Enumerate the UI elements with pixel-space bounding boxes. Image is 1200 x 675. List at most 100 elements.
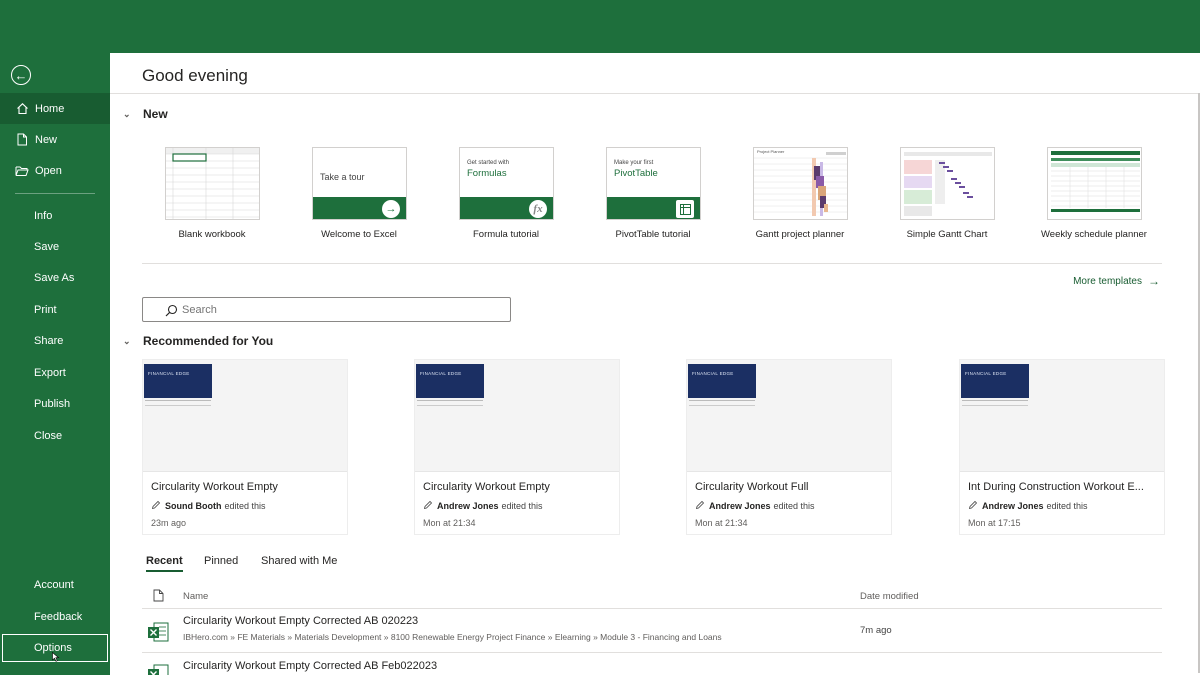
thumbnail-small-text: Make your first bbox=[614, 160, 654, 166]
mouse-cursor-icon bbox=[52, 649, 60, 662]
new-document-icon bbox=[15, 133, 29, 147]
card-timestamp: Mon at 21:34 bbox=[423, 518, 476, 528]
card-editor: Andrew Jones edited this bbox=[968, 500, 1088, 512]
preview-banner: FINANCIAL EDGE bbox=[416, 364, 484, 398]
edited-suffix: edited this bbox=[773, 501, 815, 511]
template-label: Formula tutorial bbox=[473, 229, 539, 240]
column-header-name[interactable]: Name bbox=[183, 591, 208, 602]
sidebar-item-save-as[interactable]: Save As bbox=[0, 262, 110, 293]
brand-logo-text: FINANCIAL EDGE bbox=[420, 371, 462, 376]
sidebar-item-export[interactable]: Export bbox=[0, 357, 110, 388]
sidebar-item-open[interactable]: Open bbox=[0, 155, 110, 186]
file-row[interactable]: Circularity Workout Empty Corrected AB 0… bbox=[142, 612, 1162, 654]
editor-name: Sound Booth bbox=[165, 501, 222, 511]
file-path: IBHero.com » FE Materials » Materials De… bbox=[183, 632, 722, 642]
sidebar-item-label: New bbox=[35, 133, 58, 146]
gantt-preview bbox=[754, 152, 847, 216]
sidebar-item-publish[interactable]: Publish bbox=[0, 388, 110, 419]
excel-file-icon bbox=[148, 664, 170, 675]
gantt-preview bbox=[904, 152, 992, 216]
tab-shared-with-me[interactable]: Shared with Me bbox=[261, 555, 337, 567]
list-header-divider bbox=[142, 608, 1162, 609]
back-arrow-icon[interactable]: ← bbox=[11, 65, 31, 85]
section-heading: Recommended for You bbox=[143, 334, 274, 348]
recommended-card[interactable]: FINANCIAL EDGE Circularity Workout Full … bbox=[686, 359, 892, 535]
preview-lines bbox=[962, 400, 1028, 406]
pencil-icon bbox=[423, 500, 433, 512]
schedule-preview bbox=[1051, 151, 1140, 212]
sidebar-item-save[interactable]: Save bbox=[0, 231, 110, 262]
sidebar-item-label: Home bbox=[35, 102, 65, 115]
template-label: Gantt project planner bbox=[755, 229, 845, 240]
excel-file-icon bbox=[148, 622, 170, 642]
sidebar-item-feedback[interactable]: Feedback bbox=[0, 601, 110, 632]
more-templates-label: More templates bbox=[1073, 275, 1142, 287]
function-icon: fx bbox=[529, 200, 547, 218]
card-editor: Andrew Jones edited this bbox=[423, 500, 543, 512]
sidebar-item-info[interactable]: Info bbox=[0, 200, 110, 231]
template-label: PivotTable tutorial bbox=[615, 229, 691, 240]
file-row[interactable]: Circularity Workout Empty Corrected AB F… bbox=[142, 657, 1162, 675]
greeting-divider bbox=[110, 93, 1200, 94]
sidebar-item-home[interactable]: Home bbox=[0, 93, 110, 124]
document-icon bbox=[153, 589, 164, 607]
sidebar-item-print[interactable]: Print bbox=[0, 294, 110, 325]
card-title: Circularity Workout Empty bbox=[151, 481, 278, 493]
column-header-date-modified[interactable]: Date modified bbox=[860, 591, 919, 602]
thumbnail-small-text: Get started with bbox=[467, 160, 510, 166]
pencil-icon bbox=[968, 500, 978, 512]
sidebar-item-label: Open bbox=[35, 164, 62, 177]
recommended-card[interactable]: FINANCIAL EDGE Circularity Workout Empty… bbox=[414, 359, 620, 535]
preview-banner: FINANCIAL EDGE bbox=[144, 364, 212, 398]
sidebar-item-new[interactable]: New bbox=[0, 124, 110, 155]
preview-lines bbox=[417, 400, 483, 406]
card-title: Circularity Workout Empty bbox=[423, 481, 550, 493]
file-preview: FINANCIAL EDGE bbox=[687, 360, 891, 472]
template-label: Simple Gantt Chart bbox=[906, 229, 988, 240]
card-title: Int During Construction Workout E... bbox=[968, 481, 1144, 493]
sidebar-item-account[interactable]: Account bbox=[0, 569, 110, 600]
new-section-toggle[interactable]: ⌄ New bbox=[123, 107, 168, 121]
pencil-icon bbox=[151, 500, 161, 512]
tab-recent[interactable]: Recent bbox=[146, 555, 183, 572]
template-thumbnail bbox=[1047, 147, 1142, 220]
search-field[interactable] bbox=[142, 297, 511, 322]
arrow-right-icon: → bbox=[1148, 274, 1160, 288]
recommended-card[interactable]: FINANCIAL EDGE Int During Construction W… bbox=[959, 359, 1165, 535]
edited-suffix: edited this bbox=[224, 501, 266, 511]
row-divider bbox=[142, 652, 1162, 653]
template-thumbnail bbox=[900, 147, 995, 220]
recommended-card[interactable]: FINANCIAL EDGE Circularity Workout Empty… bbox=[142, 359, 348, 535]
brand-logo-text: FINANCIAL EDGE bbox=[692, 371, 734, 376]
recommended-section-toggle[interactable]: ⌄ Recommended for You bbox=[123, 334, 273, 348]
sidebar-item-share[interactable]: Share bbox=[0, 325, 110, 356]
editor-name: Andrew Jones bbox=[437, 501, 499, 511]
file-name: Circularity Workout Empty Corrected AB F… bbox=[183, 660, 438, 672]
brand-logo-text: FINANCIAL EDGE bbox=[965, 371, 1007, 376]
brand-logo-text: FINANCIAL EDGE bbox=[148, 371, 190, 376]
backstage-sidebar: ← Home New Open Info Save Save As Print … bbox=[0, 53, 110, 675]
house-icon bbox=[15, 102, 29, 116]
more-templates-link[interactable]: More templates → bbox=[1073, 274, 1160, 288]
template-label: Weekly schedule planner bbox=[1041, 229, 1147, 240]
chevron-down-icon: ⌄ bbox=[123, 108, 131, 119]
templates-divider bbox=[142, 263, 1162, 264]
editor-name: Andrew Jones bbox=[982, 501, 1044, 511]
title-bar bbox=[0, 0, 1200, 53]
tab-pinned[interactable]: Pinned bbox=[204, 555, 238, 567]
template-label: Welcome to Excel bbox=[321, 229, 397, 240]
edited-suffix: edited this bbox=[501, 501, 543, 511]
sidebar-item-close[interactable]: Close bbox=[0, 420, 110, 451]
thumbnail-text: Take a tour bbox=[320, 172, 365, 182]
card-timestamp: 23m ago bbox=[151, 518, 187, 528]
template-thumbnail: Take a tour → bbox=[312, 147, 407, 220]
template-thumbnail: Get started with Formulas fx bbox=[459, 147, 554, 220]
card-editor: Andrew Jones edited this bbox=[695, 500, 815, 512]
file-date-modified: 7m ago bbox=[860, 625, 892, 636]
thumbnail-big-text: PivotTable bbox=[614, 168, 658, 179]
template-thumbnail bbox=[165, 147, 260, 220]
preview-lines bbox=[145, 400, 211, 406]
file-preview: FINANCIAL EDGE bbox=[143, 360, 347, 472]
search-input[interactable] bbox=[182, 303, 482, 316]
template-thumbnail: Make your first PivotTable bbox=[606, 147, 701, 220]
